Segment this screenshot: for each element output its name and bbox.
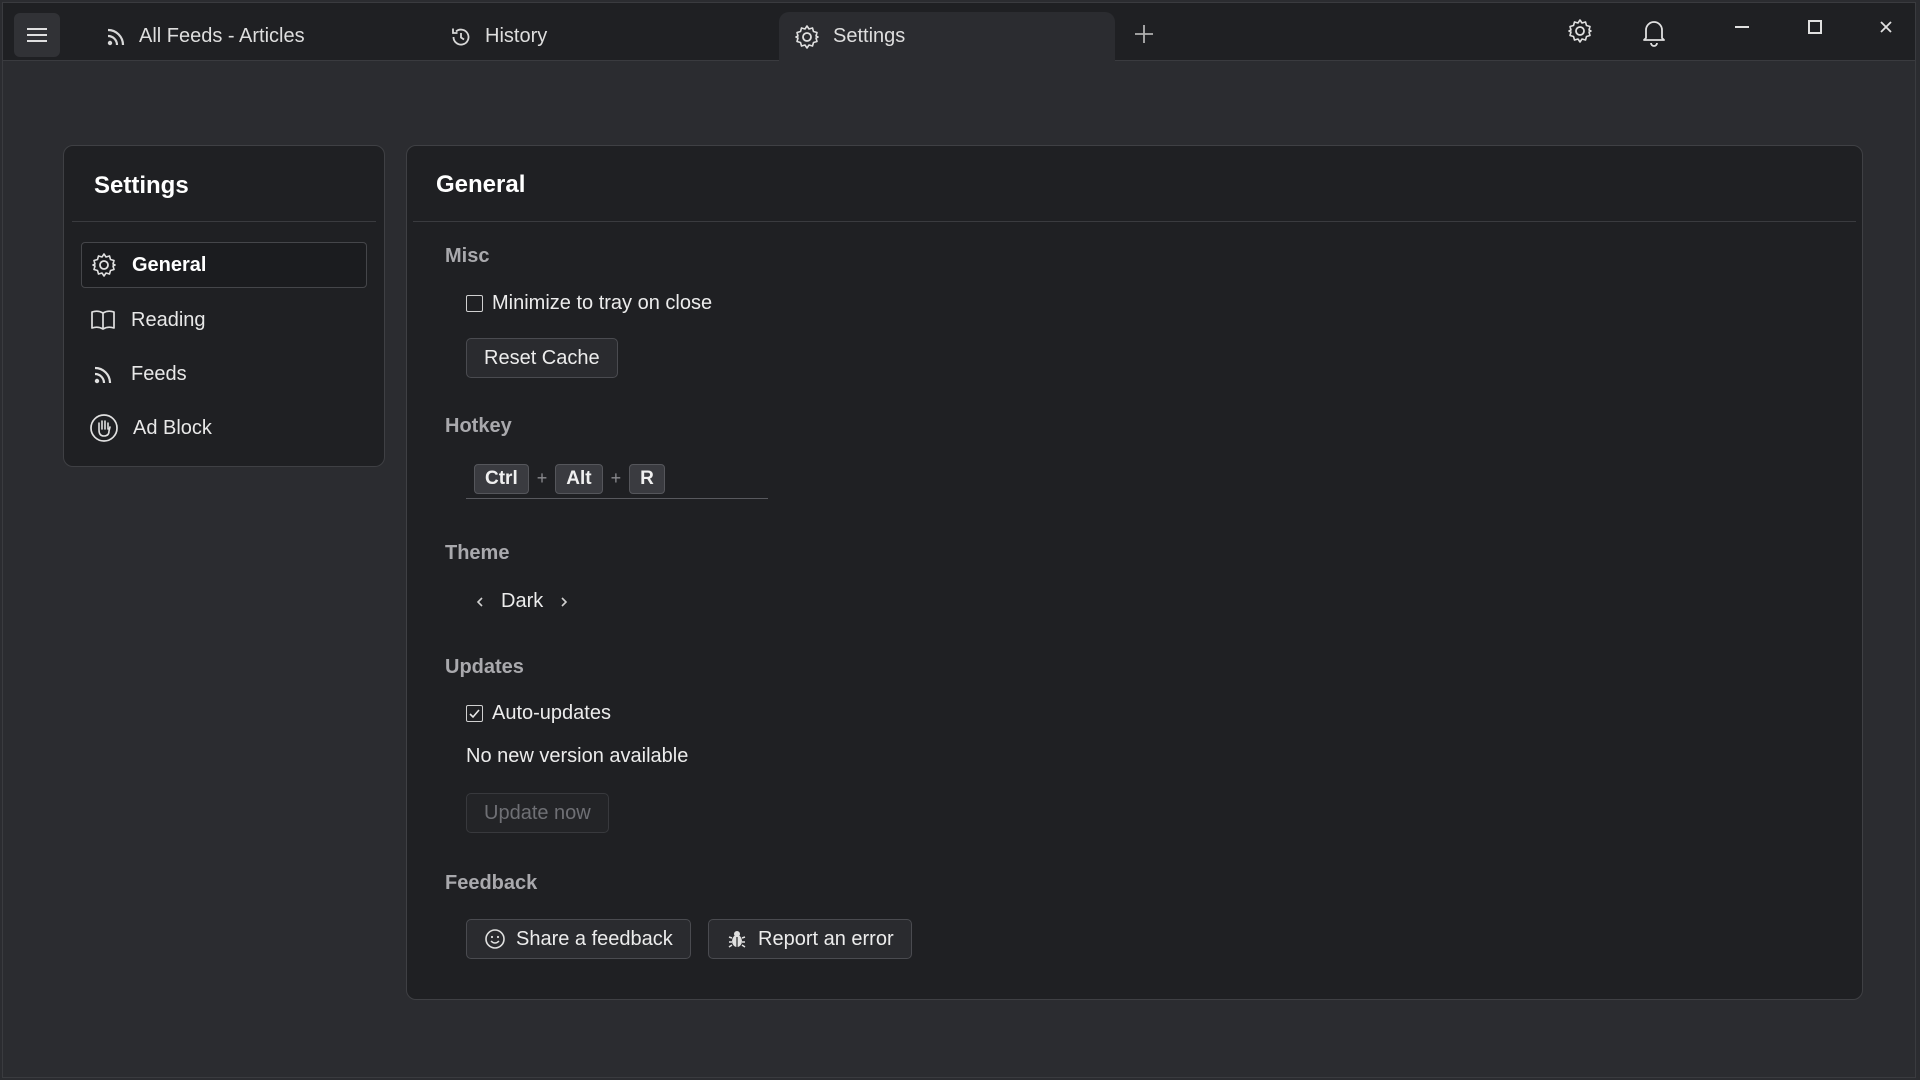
hotkey-separator: +: [610, 468, 622, 488]
sidebar-item-general[interactable]: General: [81, 242, 367, 288]
plus-icon[interactable]: [1133, 23, 1155, 45]
title-bar: All Feeds - Articles History Settings: [3, 3, 1915, 61]
chevron-left-icon[interactable]: [473, 594, 487, 610]
section-heading-misc: Misc: [445, 245, 490, 267]
tab-settings[interactable]: Settings: [779, 12, 1115, 61]
maximize-icon[interactable]: [1805, 17, 1825, 37]
menu-button[interactable]: [14, 13, 60, 57]
sidebar-item-feeds[interactable]: Feeds: [81, 351, 367, 397]
report-error-button[interactable]: Report an error: [708, 919, 912, 959]
bell-icon[interactable]: [1640, 17, 1668, 47]
checkbox-checked-icon: [466, 705, 483, 722]
hotkey-key-alt: Alt: [555, 463, 603, 494]
chevron-right-icon[interactable]: [557, 594, 571, 610]
bug-icon: [728, 931, 746, 948]
sidebar-item-label: Feeds: [131, 362, 187, 385]
checkbox-unchecked-icon: [466, 295, 483, 312]
section-heading-theme: Theme: [445, 542, 510, 564]
history-icon: [452, 28, 470, 45]
tab-label: Settings: [833, 25, 906, 47]
rss-icon: [107, 28, 125, 45]
gear-icon[interactable]: [1566, 17, 1594, 45]
sidebar-title: Settings: [94, 172, 189, 199]
rss-icon: [94, 366, 112, 384]
divider: [72, 221, 376, 222]
section-heading-updates: Updates: [445, 656, 524, 678]
button-label: Report an error: [758, 927, 894, 950]
button-label: Share a feedback: [516, 927, 673, 950]
hotkey-separator: +: [536, 468, 548, 488]
page-title: General: [436, 171, 526, 198]
smiley-icon: [485, 929, 505, 949]
sidebar-item-label: Reading: [131, 308, 206, 331]
book-icon: [91, 310, 115, 330]
tab-all-feeds[interactable]: All Feeds - Articles: [91, 12, 411, 61]
theme-selector: Dark: [473, 590, 571, 613]
settings-sidebar: Settings General Reading Feeds Ad Block: [63, 145, 385, 467]
app-window: All Feeds - Articles History Settings Se…: [2, 2, 1916, 1078]
tab-label: All Feeds - Articles: [139, 25, 305, 47]
hotkey-input[interactable]: Ctrl + Alt + R: [466, 459, 768, 499]
checkbox-label: Minimize to tray on close: [492, 292, 713, 314]
tab-label: History: [485, 25, 548, 47]
hotkey-key-r: R: [629, 463, 665, 494]
checkbox-label: Auto-updates: [492, 702, 611, 724]
hotkey-key-ctrl: Ctrl: [474, 463, 529, 494]
minimize-icon[interactable]: [1732, 17, 1752, 37]
minimize-to-tray-checkbox[interactable]: Minimize to tray on close: [466, 292, 712, 315]
sidebar-item-reading[interactable]: Reading: [81, 297, 367, 343]
update-now-button[interactable]: Update now: [466, 793, 609, 833]
share-feedback-button[interactable]: Share a feedback: [466, 919, 691, 959]
button-label: Reset Cache: [484, 346, 600, 369]
auto-updates-checkbox[interactable]: Auto-updates: [466, 702, 611, 725]
section-heading-feedback: Feedback: [445, 872, 538, 894]
menu-icon: [27, 28, 47, 42]
hand-stop-icon: [90, 414, 118, 442]
gear-icon: [795, 24, 819, 49]
tab-history[interactable]: History: [435, 12, 755, 61]
divider: [413, 221, 1856, 222]
close-icon[interactable]: [1876, 17, 1896, 37]
section-heading-hotkey: Hotkey: [445, 415, 512, 437]
gear-icon: [92, 253, 116, 277]
sidebar-item-label: General: [132, 253, 207, 276]
general-settings-panel: General Misc Minimize to tray on close R…: [406, 145, 1863, 1000]
sidebar-item-label: Ad Block: [133, 416, 212, 439]
button-label: Update now: [484, 801, 591, 824]
theme-value: Dark: [501, 590, 544, 612]
update-status-text: No new version available: [466, 745, 689, 767]
reset-cache-button[interactable]: Reset Cache: [466, 338, 618, 378]
sidebar-item-ad-block[interactable]: Ad Block: [81, 405, 367, 451]
